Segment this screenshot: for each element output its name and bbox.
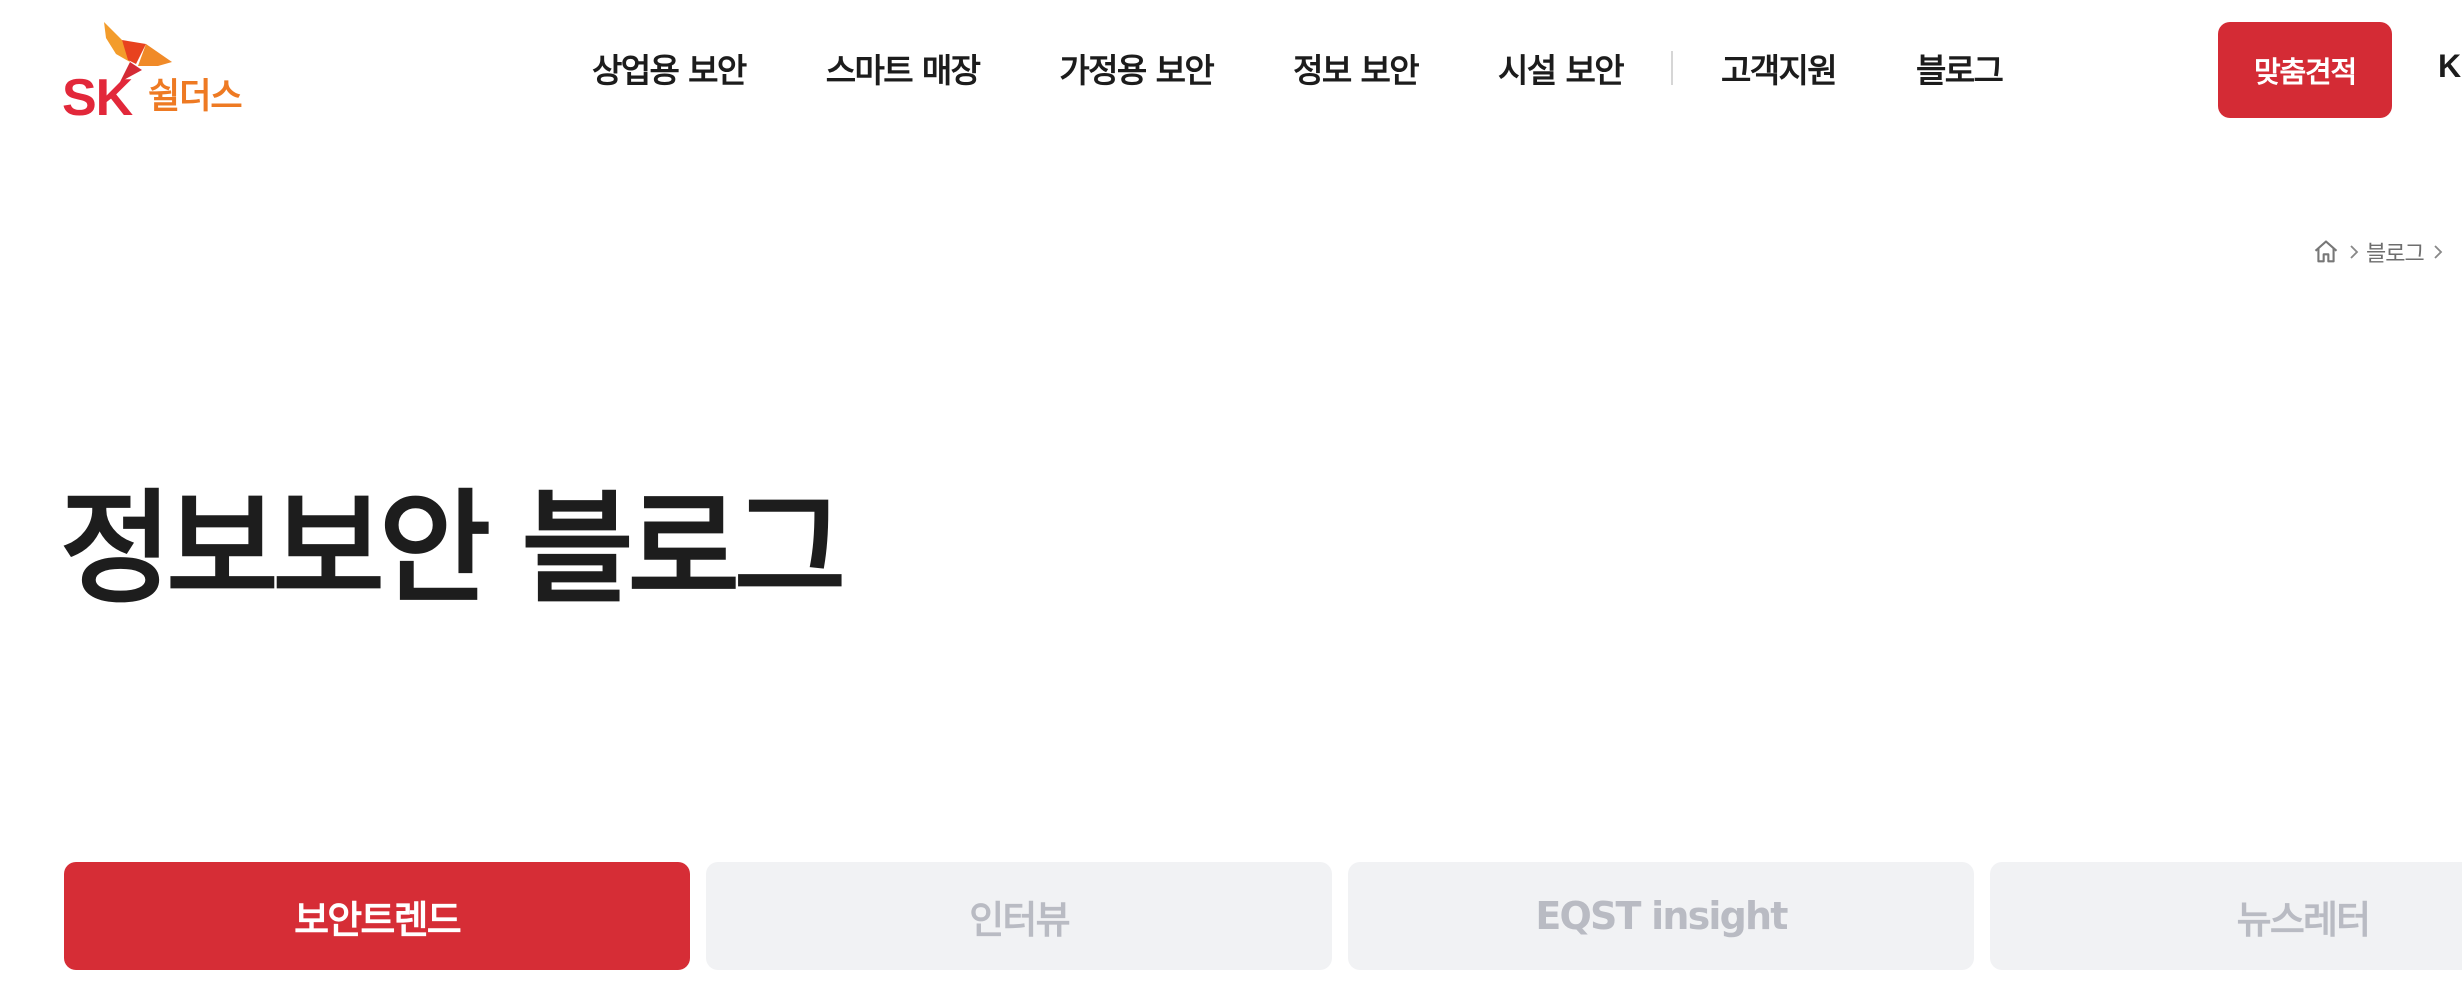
tab-security-trend[interactable]: 보안트렌드 — [64, 862, 690, 970]
main-nav: 상업용 보안 스마트 매장 가정용 보안 정보 보안 시설 보안 고객지원 블로… — [592, 0, 2004, 136]
nav-item-smart-store[interactable]: 스마트 매장 — [826, 44, 981, 92]
custom-quote-button[interactable]: 맞춤견적 — [2218, 22, 2392, 118]
category-tabs: 보안트렌드 인터뷰 EQST insight 뉴스레터 — [64, 862, 2462, 970]
chevron-right-icon — [2432, 243, 2444, 261]
breadcrumb-item-blog[interactable]: 블로그 — [2366, 236, 2425, 268]
nav-item-info-security[interactable]: 정보 보안 — [1293, 44, 1420, 92]
logo-brand-text: SK — [62, 69, 133, 127]
chevron-right-icon — [2348, 243, 2360, 261]
nav-item-blog[interactable]: 블로그 — [1916, 44, 2004, 92]
tab-newsletter[interactable]: 뉴스레터 — [1990, 862, 2462, 970]
sk-shieldus-logo[interactable]: SK 쉴더스 — [62, 22, 252, 127]
nav-item-customer-support[interactable]: 고객지원 — [1721, 44, 1838, 92]
nav-item-facility-security[interactable]: 시설 보안 — [1498, 44, 1625, 92]
tab-interview[interactable]: 인터뷰 — [706, 862, 1332, 970]
nav-divider — [1670, 51, 1673, 85]
page: SK 쉴더스 상업용 보안 스마트 매장 가정용 보안 정보 보안 시설 보안 … — [0, 0, 2462, 994]
language-selector[interactable]: KR — [2438, 48, 2462, 85]
page-title: 정보보안 블로그 — [60, 478, 846, 620]
breadcrumb: 블로그 — [2312, 236, 2450, 268]
nav-item-commercial-security[interactable]: 상업용 보안 — [592, 44, 747, 92]
logo-product-text: 쉴더스 — [148, 77, 243, 117]
home-icon[interactable] — [2312, 238, 2340, 266]
tab-eqst-insight[interactable]: EQST insight — [1348, 862, 1974, 970]
nav-item-home-security[interactable]: 가정용 보안 — [1059, 44, 1214, 92]
